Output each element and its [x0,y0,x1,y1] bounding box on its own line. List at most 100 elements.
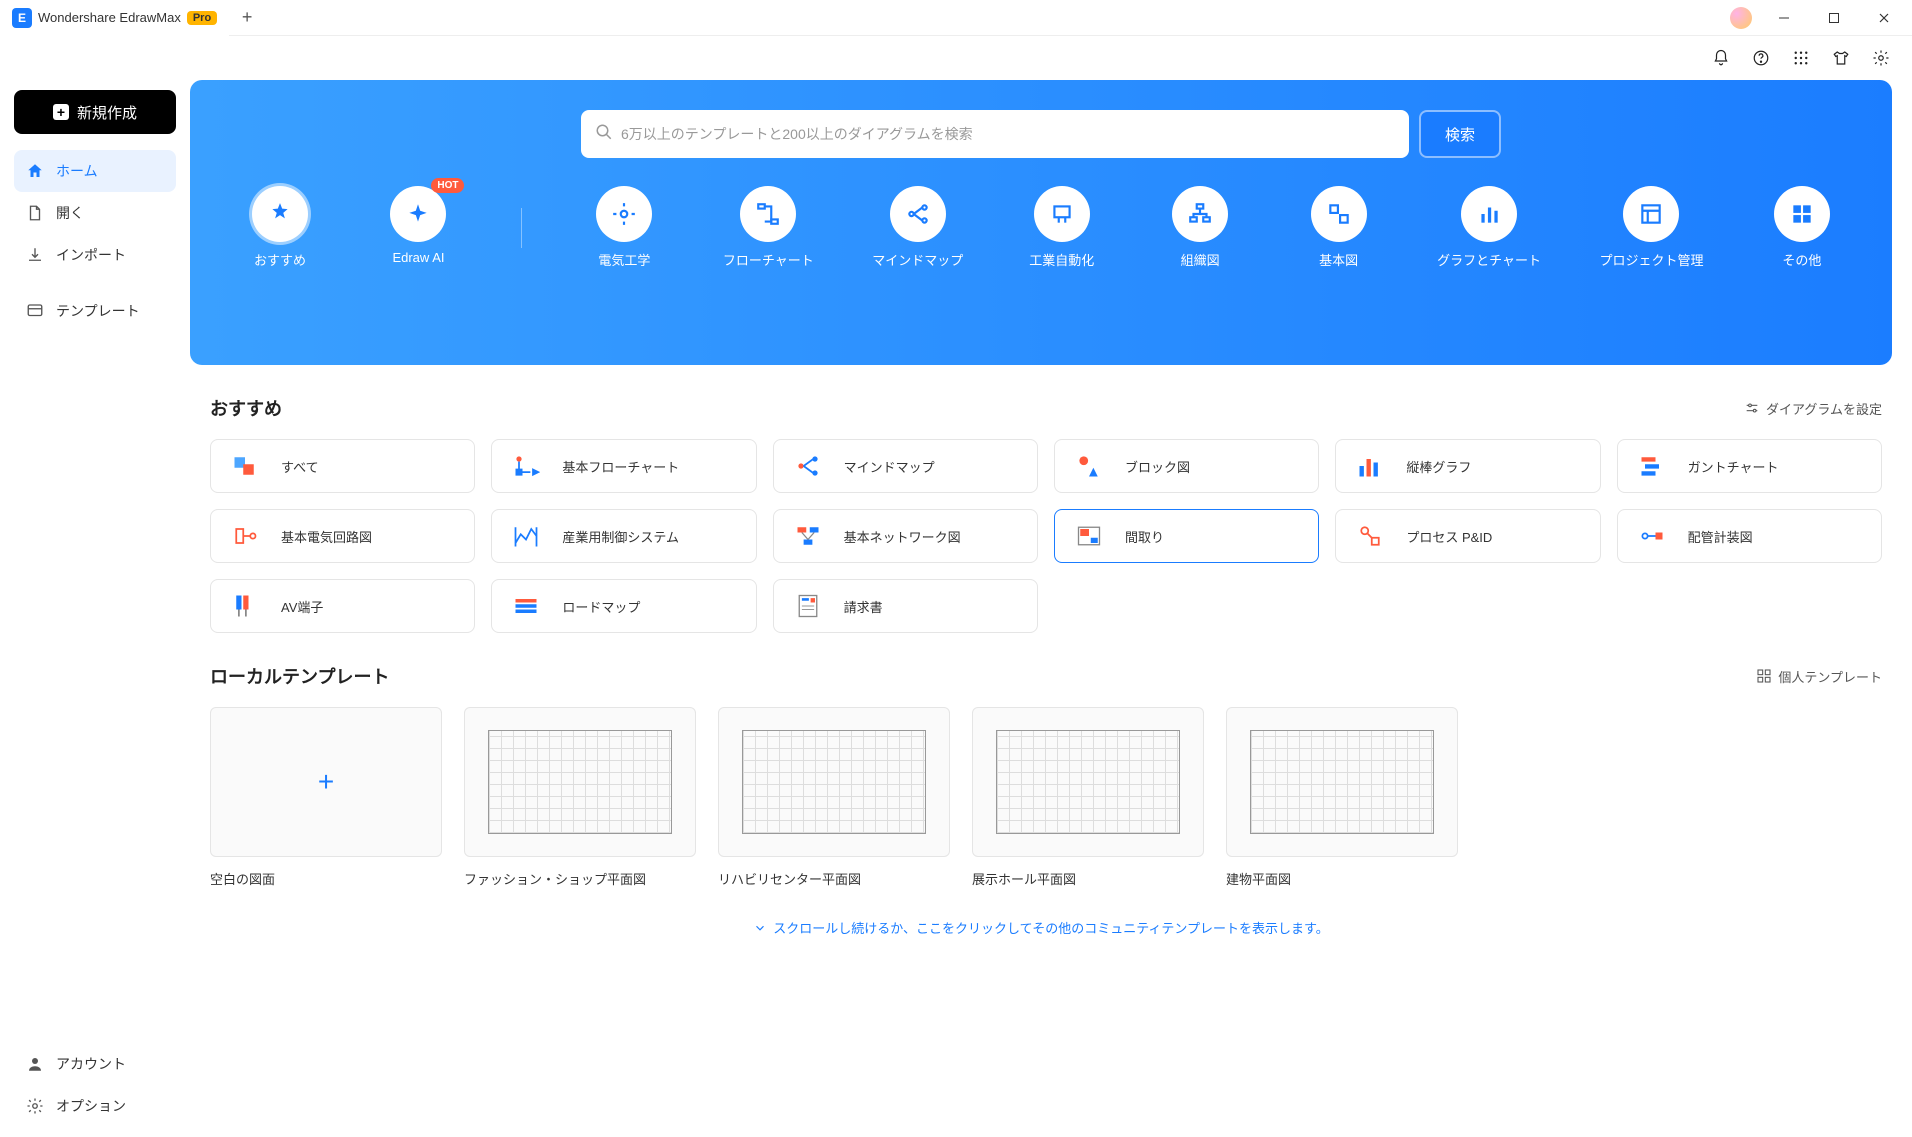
category-label: おすすめ [254,250,306,269]
category-label: その他 [1782,250,1821,269]
diagram-tile-5[interactable]: ガントチャート [1617,439,1882,493]
bell-icon[interactable] [1712,49,1730,67]
diagram-tile-12[interactable]: AV端子 [210,579,475,633]
category-3[interactable]: フローチャート [723,186,814,269]
category-0[interactable]: おすすめ [240,186,320,269]
nav-open[interactable]: 開く [14,192,176,234]
category-icon [252,186,308,242]
close-button[interactable] [1866,0,1902,36]
diagram-tile-6[interactable]: 基本電気回路図 [210,509,475,563]
search-input[interactable] [621,126,1395,142]
category-label: 組織図 [1181,250,1220,269]
pro-badge: Pro [187,11,217,25]
template-label: 建物平面図 [1226,869,1458,888]
diagram-tile-11[interactable]: 配管計装図 [1617,509,1882,563]
diagram-tile-8[interactable]: 基本ネットワーク図 [773,509,1038,563]
category-icon [1311,186,1367,242]
configure-diagram-label: ダイアグラムを設定 [1766,399,1882,418]
tile-label: 産業用制御システム [562,527,679,546]
category-4[interactable]: マインドマップ [872,186,963,269]
diagram-tile-4[interactable]: 縦棒グラフ [1335,439,1600,493]
search-button-label: 検索 [1445,124,1475,145]
home-icon [26,162,44,180]
template-thumb [464,707,696,857]
tile-label: ブロック図 [1125,457,1190,476]
diagram-tile-3[interactable]: ブロック図 [1054,439,1319,493]
tile-icon [227,518,263,554]
template-card-3[interactable]: 展示ホール平面図 [972,707,1204,888]
category-1[interactable]: HOTEdraw AI [378,186,458,265]
diagram-tile-7[interactable]: 産業用制御システム [491,509,756,563]
tile-icon [227,448,263,484]
diagram-tile-10[interactable]: プロセス P&ID [1335,509,1600,563]
nav-options[interactable]: オプション [14,1085,176,1127]
configure-diagram-link[interactable]: ダイアグラムを設定 [1744,399,1882,418]
personal-templates-link[interactable]: 個人テンプレート [1756,667,1882,686]
category-label: 基本図 [1319,250,1358,269]
nav-options-label: オプション [56,1096,126,1116]
diagram-tile-9[interactable]: 間取り [1054,509,1319,563]
template-thumb [972,707,1204,857]
category-5[interactable]: 工業自動化 [1022,186,1102,269]
grid-icon [1756,668,1772,684]
tile-icon [1634,518,1670,554]
diagram-tile-0[interactable]: すべて [210,439,475,493]
app-tab[interactable]: E Wondershare EdrawMax Pro [0,0,229,36]
help-icon[interactable] [1752,49,1770,67]
gear-icon [26,1097,44,1115]
shirt-icon[interactable] [1832,49,1850,67]
account-icon [26,1055,44,1073]
template-card-4[interactable]: 建物平面図 [1226,707,1458,888]
template-card-0[interactable]: +空白の図面 [210,707,442,888]
category-label: マインドマップ [872,250,963,269]
diagram-tile-1[interactable]: 基本フローチャート [491,439,756,493]
category-icon [1461,186,1517,242]
category-9[interactable]: プロジェクト管理 [1599,186,1703,269]
template-thumb [1226,707,1458,857]
nav-account-label: アカウント [56,1054,126,1074]
template-card-1[interactable]: ファッション・ショップ平面図 [464,707,696,888]
search-button[interactable]: 検索 [1419,110,1501,158]
maximize-button[interactable] [1816,0,1852,36]
local-templates-title: ローカルテンプレート [210,663,389,689]
minimize-button[interactable] [1766,0,1802,36]
diagram-tile-2[interactable]: マインドマップ [773,439,1038,493]
search-box[interactable] [581,110,1409,158]
scroll-hint-link[interactable]: スクロールし続けるか、ここをクリックしてその他のコミュニティテンプレートを表示し… [190,918,1892,937]
tile-icon [1352,448,1388,484]
tile-icon [790,448,826,484]
tile-label: ガントチャート [1688,457,1779,476]
nav-import[interactable]: インポート [14,234,176,276]
category-7[interactable]: 基本図 [1299,186,1379,269]
category-icon [1774,186,1830,242]
user-avatar-icon[interactable] [1730,7,1752,29]
category-label: Edraw AI [392,250,444,265]
hero-banner: 検索 おすすめ HOTEdraw AI 電気工学フローチャートマインドマップ 工業自動… [190,80,1892,365]
top-toolbar [0,36,1912,80]
category-icon [390,186,446,242]
gear-icon[interactable] [1872,49,1890,67]
template-card-2[interactable]: リハビリセンター平面図 [718,707,950,888]
new-tab-button[interactable]: + [229,7,265,28]
tile-icon [508,448,544,484]
apps-icon[interactable] [1792,49,1810,67]
diagram-tile-13[interactable]: ロードマップ [491,579,756,633]
tile-icon [508,518,544,554]
category-2[interactable]: 電気工学 [584,186,664,269]
new-create-button[interactable]: + 新規作成 [14,90,176,134]
nav-account[interactable]: アカウント [14,1043,176,1085]
category-icon [1623,186,1679,242]
new-create-label: 新規作成 [77,102,137,123]
diagram-tile-14[interactable]: 請求書 [773,579,1038,633]
category-icon [596,186,652,242]
nav-open-label: 開く [56,203,84,223]
category-6[interactable]: 組織図 [1160,186,1240,269]
tile-label: 基本フローチャート [562,457,679,476]
template-icon [26,302,44,320]
category-icon [890,186,946,242]
nav-home[interactable]: ホーム [14,150,176,192]
category-10[interactable]: その他 [1762,186,1842,269]
template-thumb [718,707,950,857]
nav-templates[interactable]: テンプレート [14,290,176,332]
category-8[interactable]: グラフとチャート [1437,186,1541,269]
